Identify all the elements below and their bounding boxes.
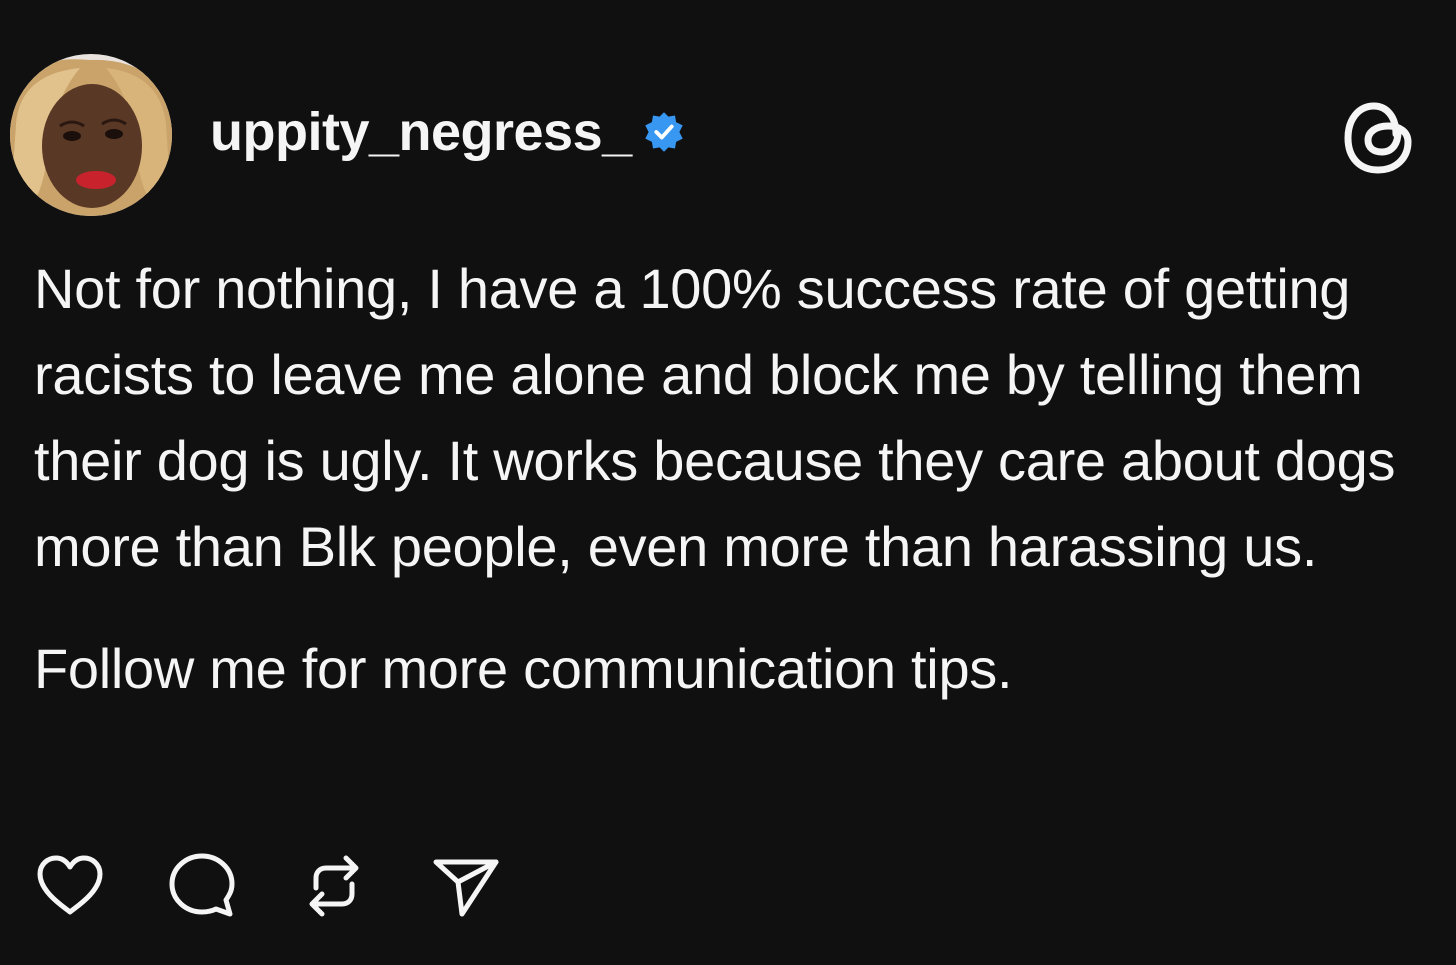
comment-icon[interactable] <box>162 846 242 926</box>
avatar-image <box>10 54 172 216</box>
thread-post: uppity_negress_ Not for nothing, I have … <box>0 0 1456 965</box>
username-row: uppity_negress_ <box>210 101 686 163</box>
avatar[interactable] <box>10 54 172 216</box>
share-icon[interactable] <box>426 846 506 926</box>
heart-icon[interactable] <box>30 846 110 926</box>
threads-logo-icon[interactable] <box>1340 96 1416 180</box>
verified-badge-icon <box>642 110 686 154</box>
post-paragraph-1: Not for nothing, I have a 100% success r… <box>34 257 1396 578</box>
repost-icon[interactable] <box>294 846 374 926</box>
action-bar <box>30 846 506 926</box>
post-header: uppity_negress_ <box>10 52 686 218</box>
username[interactable]: uppity_negress_ <box>210 101 632 163</box>
post-body: Not for nothing, I have a 100% success r… <box>34 246 1434 712</box>
post-paragraph-2: Follow me for more communication tips. <box>34 637 1013 700</box>
